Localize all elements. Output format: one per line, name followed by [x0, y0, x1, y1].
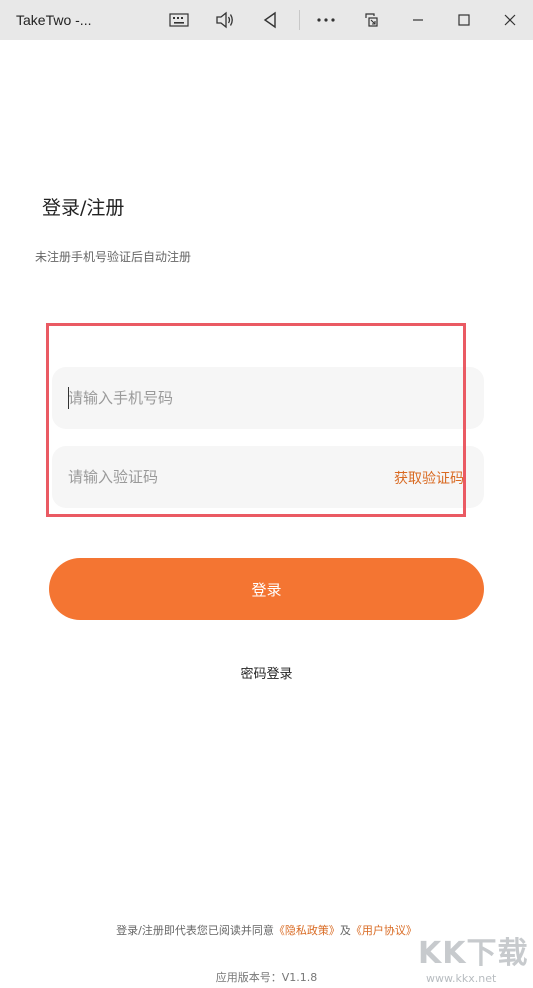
window-title: TakeTwo -... — [16, 12, 92, 28]
watermark-url: www.kkx.net — [426, 972, 497, 985]
get-code-button[interactable]: 获取验证码 — [394, 468, 464, 488]
agreement-and: 及 — [339, 924, 351, 937]
page-subtitle: 未注册手机号验证后自动注册 — [35, 250, 192, 264]
more-icon[interactable] — [314, 8, 338, 32]
minimize-icon[interactable] — [406, 8, 430, 32]
titlebar-divider — [299, 10, 300, 30]
phone-input[interactable] — [68, 367, 368, 429]
code-field[interactable]: 获取验证码 — [52, 446, 484, 508]
watermark-logo: KK下载 www.kkx.net — [412, 928, 532, 988]
agreement-prefix: 登录/注册即代表您已阅读并同意 — [116, 924, 274, 937]
close-icon[interactable] — [498, 8, 522, 32]
keyboard-icon[interactable] — [167, 8, 191, 32]
login-button[interactable]: 登录 — [49, 558, 484, 620]
volume-icon[interactable] — [213, 8, 237, 32]
code-input[interactable] — [68, 446, 368, 508]
password-login-link[interactable]: 密码登录 — [0, 663, 533, 682]
text-caret — [68, 387, 69, 409]
maximize-icon[interactable] — [452, 8, 476, 32]
back-icon[interactable] — [258, 8, 282, 32]
window-titlebar: TakeTwo -... — [0, 0, 533, 40]
phone-field[interactable] — [52, 367, 484, 429]
privacy-policy-link[interactable]: 《隐私政策》 — [274, 924, 340, 937]
watermark-logo-text: KK下载 — [418, 936, 529, 971]
snap-icon[interactable] — [360, 8, 384, 32]
user-agreement-link[interactable]: 《用户协议》 — [351, 924, 417, 937]
page-title: 登录/注册 — [42, 197, 125, 219]
